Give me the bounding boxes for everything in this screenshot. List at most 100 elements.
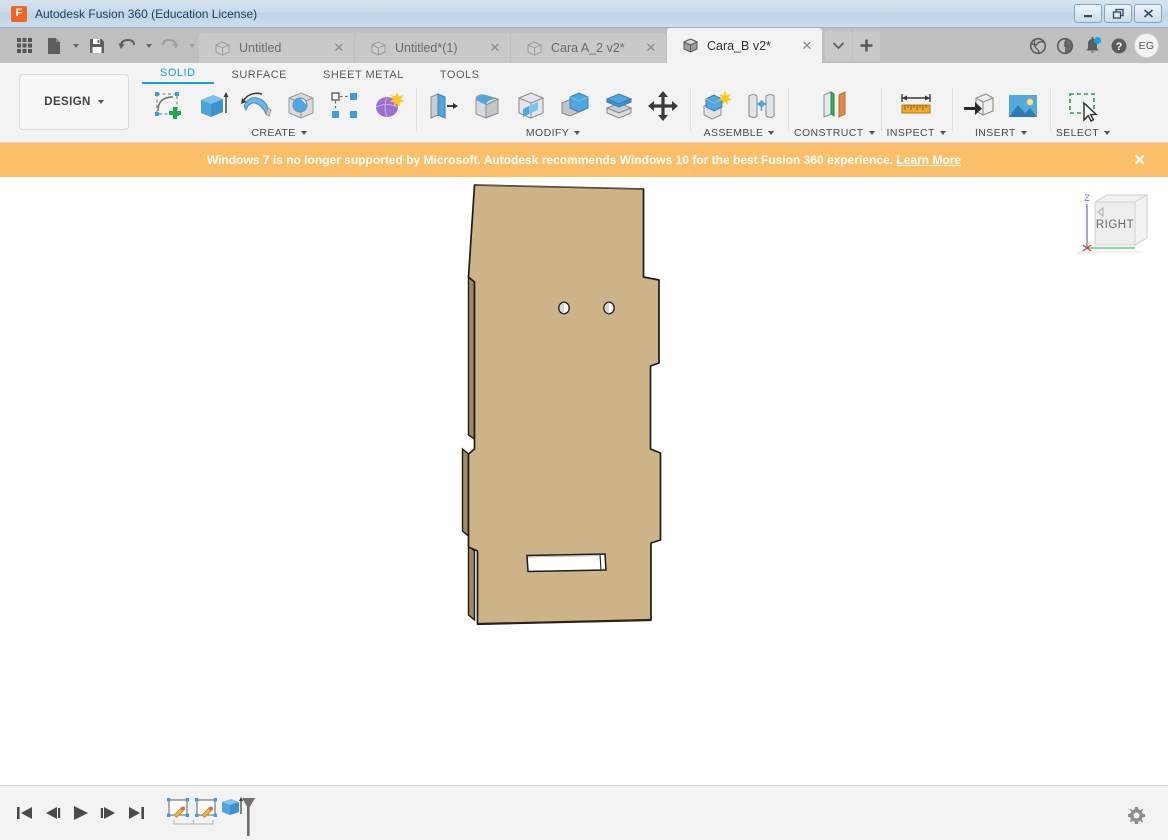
measure-icon[interactable]	[895, 86, 937, 126]
pattern-icon[interactable]	[324, 86, 366, 126]
move-copy-icon[interactable]	[642, 86, 684, 126]
clock-icon[interactable]	[1053, 34, 1077, 58]
panel-create: CREATE	[142, 84, 416, 141]
grid-icon[interactable]	[10, 32, 38, 60]
minimize-icon[interactable]	[1074, 4, 1102, 23]
window-select-icon[interactable]	[1062, 86, 1104, 126]
offset-plane-icon[interactable]	[813, 86, 855, 126]
file-icon[interactable]	[40, 32, 68, 60]
step-back-icon[interactable]	[44, 804, 61, 822]
play-icon[interactable]	[72, 804, 89, 822]
new-file-caret-icon[interactable]	[70, 32, 81, 60]
window-title: Autodesk Fusion 360 (Education License)	[35, 6, 258, 21]
ribbon-body: SOLID SURFACE SHEET METAL TOOLS CREATE M…	[129, 63, 1168, 142]
save-icon[interactable]	[83, 32, 111, 60]
panel-modify-icons	[422, 84, 684, 126]
panel-modify-label[interactable]: MODIFY	[526, 127, 581, 139]
skip-start-icon[interactable]	[16, 804, 33, 822]
restore-icon[interactable]	[1104, 4, 1132, 23]
chevron-down-icon	[1104, 131, 1111, 135]
cara-b-panel[interactable]	[461, 184, 662, 626]
shell-icon[interactable]	[510, 86, 552, 126]
tab-solid[interactable]: SOLID	[142, 63, 214, 84]
form-icon[interactable]	[368, 86, 410, 126]
timeline-sketch1[interactable]	[167, 798, 189, 819]
insert-derive-icon[interactable]	[958, 86, 1000, 126]
close-icon[interactable]: ✕	[484, 37, 506, 59]
document-tab-label: Untitled*(1)	[395, 41, 458, 55]
combine-icon[interactable]	[554, 86, 596, 126]
model-body[interactable]	[0, 177, 1168, 785]
panel-label-text: CREATE	[251, 127, 296, 139]
cube-icon	[527, 40, 542, 56]
notification-badge	[1094, 36, 1101, 44]
timeline-bar	[0, 785, 1168, 840]
panel-create-label[interactable]: CREATE	[251, 127, 307, 139]
tab-tools[interactable]: TOOLS	[422, 63, 498, 84]
panel-insert-label[interactable]: INSERT	[975, 127, 1027, 139]
panel-inspect-label[interactable]: INSPECT	[887, 127, 946, 139]
close-icon[interactable]	[1134, 4, 1162, 23]
timeline-end-marker[interactable]	[242, 798, 255, 836]
plus-icon[interactable]	[853, 30, 880, 61]
undo-caret-icon[interactable]	[143, 32, 154, 60]
tab-sheet-metal[interactable]: SHEET METAL	[305, 63, 422, 84]
document-tab-active[interactable]: Cara_B v2* ✕	[667, 28, 822, 63]
chevron-down-icon[interactable]	[825, 30, 852, 61]
create-sketch-icon[interactable]	[148, 86, 190, 126]
document-tab[interactable]: Untitled ✕	[199, 33, 354, 63]
step-forward-icon[interactable]	[100, 804, 117, 822]
document-tab-label: Cara A_2 v2*	[551, 41, 625, 55]
timeline-extrude1[interactable]	[222, 797, 243, 815]
tab-controls	[823, 28, 880, 63]
hole-left[interactable]	[558, 301, 570, 315]
redo-caret-icon[interactable]	[186, 32, 197, 60]
joint-icon[interactable]	[740, 86, 782, 126]
close-icon[interactable]: ✕	[1133, 151, 1146, 169]
panel-label-text: INSPECT	[886, 127, 935, 139]
press-pull-icon[interactable]	[422, 86, 464, 126]
panel-assemble-label[interactable]: ASSEMBLE	[704, 127, 775, 139]
panel-construct-label[interactable]: CONSTRUCT	[794, 127, 875, 139]
chevron-down-icon	[868, 131, 875, 135]
fillet-icon[interactable]	[466, 86, 508, 126]
hole-right[interactable]	[603, 301, 615, 315]
cube-icon	[371, 40, 386, 56]
chevron-down-icon	[300, 131, 307, 135]
close-icon[interactable]: ✕	[640, 37, 662, 59]
side-face-mid	[461, 447, 470, 538]
extrude-icon[interactable]	[192, 86, 234, 126]
document-tab-label: Cara_B v2*	[707, 38, 771, 53]
learn-more-link[interactable]: Learn More	[896, 153, 961, 167]
avatar[interactable]: EG	[1134, 33, 1159, 58]
panel-construct: CONSTRUCT	[788, 84, 881, 141]
close-icon[interactable]: ✕	[796, 35, 818, 57]
document-tab[interactable]: Cara A_2 v2* ✕	[511, 33, 666, 63]
redo-arrow-icon[interactable]	[156, 32, 184, 60]
panel-insert-icons	[958, 84, 1044, 126]
chevron-down-icon	[574, 131, 581, 135]
viewport-canvas[interactable]: Z RIGHT	[0, 177, 1168, 785]
split-face-icon[interactable]	[598, 86, 640, 126]
skip-end-icon[interactable]	[128, 804, 145, 822]
timeline-sketch2[interactable]	[195, 798, 217, 819]
bell-icon[interactable]	[1080, 34, 1104, 58]
workspace-switcher[interactable]: DESIGN	[19, 74, 129, 130]
insert-canvas-icon[interactable]	[1002, 86, 1044, 126]
question-circle-icon[interactable]: ?	[1107, 34, 1131, 58]
side-face-lower	[467, 544, 476, 622]
document-tab[interactable]: Untitled*(1) ✕	[355, 33, 510, 63]
new-component-icon[interactable]	[696, 86, 738, 126]
tab-surface[interactable]: SURFACE	[214, 63, 305, 84]
ribbon-panels: CREATE MODIFY ASSEMBLE CONSTRUCT INSPECT…	[142, 84, 1168, 142]
revolve-icon[interactable]	[236, 86, 278, 126]
close-icon[interactable]: ✕	[328, 37, 350, 59]
slot-bottom[interactable]	[526, 553, 607, 573]
gear-icon[interactable]	[1127, 806, 1146, 830]
os-support-banner: Windows 7 is no longer supported by Micr…	[0, 143, 1168, 177]
globe-icon[interactable]	[1026, 34, 1050, 58]
panel-insert: INSERT	[951, 84, 1050, 141]
undo-arrow-icon[interactable]	[113, 32, 141, 60]
panel-select-label[interactable]: SELECT	[1056, 127, 1111, 139]
sphere-icon[interactable]	[280, 86, 322, 126]
